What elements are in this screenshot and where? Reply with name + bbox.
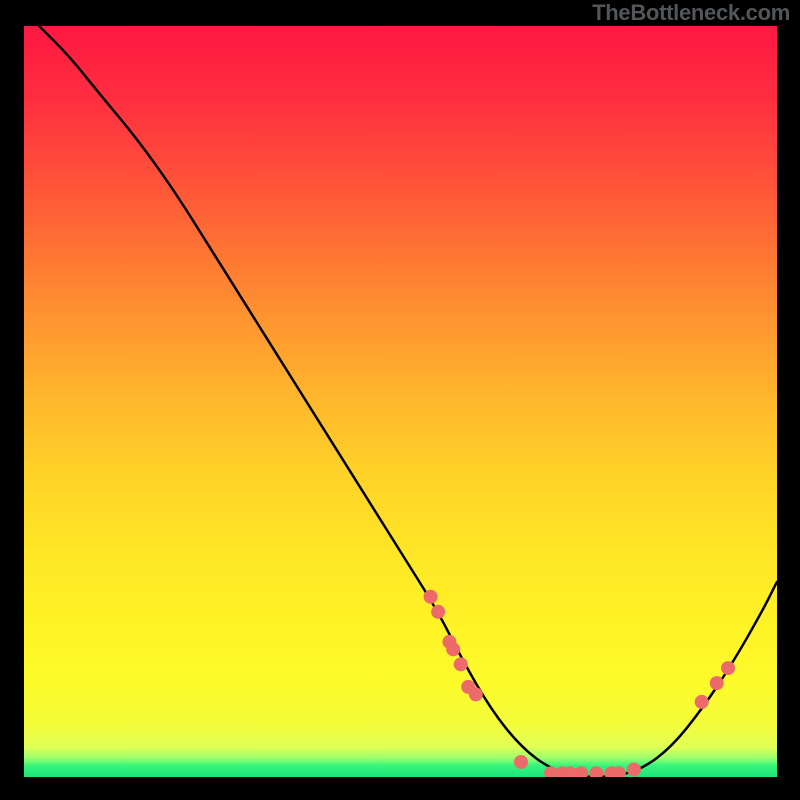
attribution-label: TheBottleneck.com [592,0,790,26]
gradient-plot-area [24,26,777,777]
